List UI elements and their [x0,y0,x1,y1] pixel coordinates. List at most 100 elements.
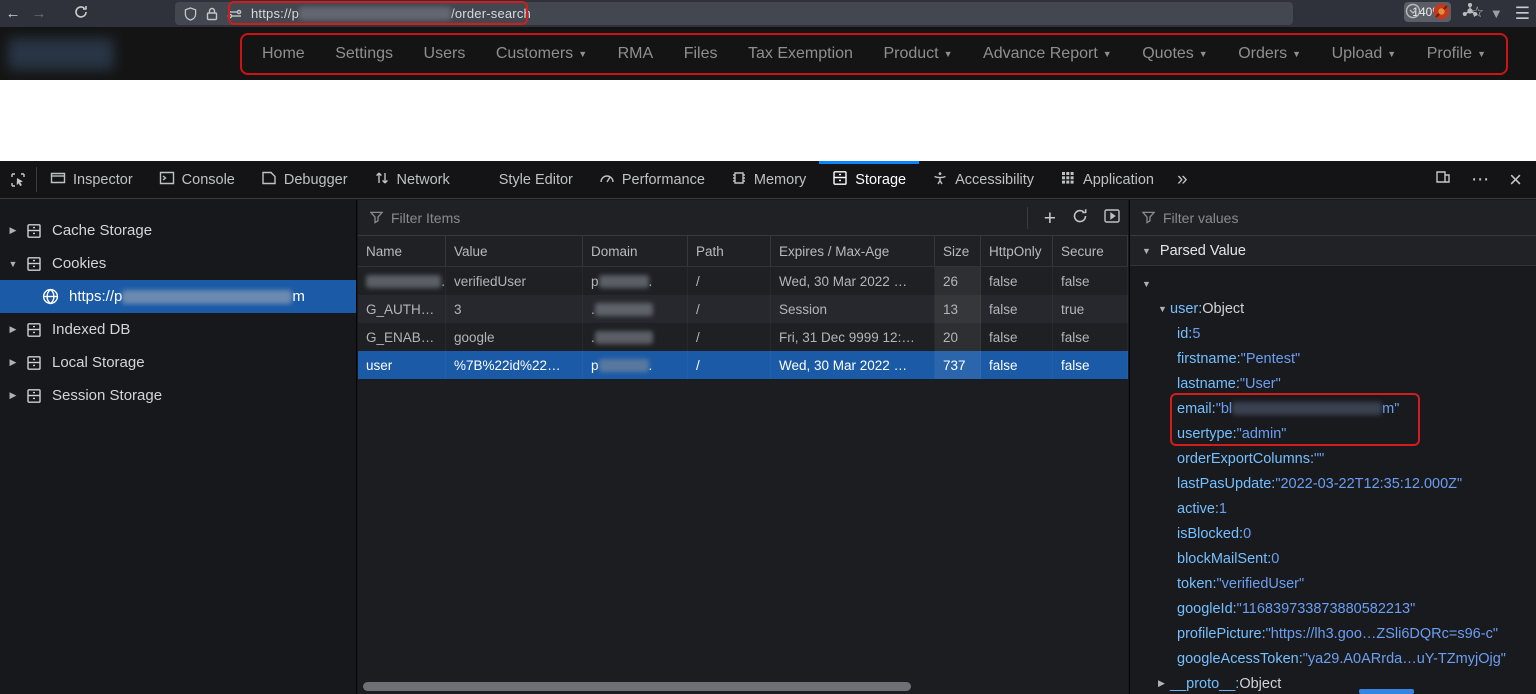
meatball-menu-icon[interactable]: ⋯ [1471,169,1489,190]
scrollbar-thumb[interactable] [363,682,911,691]
extension-v-icon[interactable]: ▼ [1490,6,1503,21]
nav-item-product[interactable]: Product▼ [883,45,952,63]
column-header-path[interactable]: Path [688,236,771,266]
expander-down-icon[interactable]: ▼ [1142,279,1154,289]
add-item-button[interactable]: + [1044,208,1056,229]
tab-inspector[interactable]: Inspector [37,161,146,198]
expander-right-icon[interactable]: ▶ [6,225,20,236]
collapse-icon[interactable]: ▼ [1142,246,1151,256]
tree-row-active[interactable]: active: 1 [1130,496,1536,521]
expander-right-icon[interactable]: ▶ [6,357,20,368]
tab-network[interactable]: Network [361,161,463,198]
responsive-mode-icon[interactable] [1435,169,1451,190]
column-header-domain[interactable]: Domain [583,236,688,266]
tree-row-profilePicture[interactable]: profilePicture: "https://lh3.goo…ZSli6DQ… [1130,621,1536,646]
column-header-name[interactable]: Name [358,236,446,266]
tree-row-token[interactable]: token: "verifiedUser" [1130,571,1536,596]
tree-row-user[interactable]: ▼user: Object [1130,296,1536,321]
tab-storage[interactable]: Storage [819,161,919,198]
tree-row-googleAcessToken[interactable]: googleAcessToken: "ya29.A0ARrda…uY-TZmyj… [1130,646,1536,671]
cell-httponly: false [981,295,1053,323]
lock-icon[interactable] [206,7,218,21]
column-header-expires-max-age[interactable]: Expires / Max-Age [771,236,935,266]
tree-row-proto[interactable]: ▶__proto__: Object [1130,671,1536,694]
tree-row-googleId[interactable]: googleId: "116839733873880582213" [1130,596,1536,621]
tree-row-orderExportColumns[interactable]: orderExportColumns: "" [1130,446,1536,471]
parsed-value-header[interactable]: ▼ Parsed Value [1130,236,1536,266]
redacted-value [599,275,649,288]
back-icon[interactable]: ← [0,5,26,22]
tree-row-usertype[interactable]: usertype: "admin" [1130,421,1536,446]
close-devtools-icon[interactable]: × [1509,167,1522,193]
nav-item-rma[interactable]: RMA [618,45,654,63]
nav-item-customers[interactable]: Customers▼ [496,45,587,63]
forward-icon[interactable]: → [26,5,52,22]
nav-item-profile[interactable]: Profile▼ [1427,45,1486,63]
column-header-size[interactable]: Size [935,236,981,266]
tab-accessibility[interactable]: Accessibility [919,161,1047,198]
tree-row[interactable]: ▼ [1130,271,1536,296]
permissions-icon[interactable] [227,8,242,20]
tree-row-firstname[interactable]: firstname: "Pentest" [1130,346,1536,371]
nav-item-home[interactable]: Home [262,45,305,63]
cell-size: 20 [935,323,981,351]
tab-performance[interactable]: Performance [586,161,718,198]
tab-console[interactable]: Console [146,161,248,198]
extension-molecule-icon[interactable] [1462,3,1478,24]
url-text[interactable]: https://p /order-search [251,6,531,21]
expander-right-icon[interactable]: ▶ [6,324,20,335]
chevron-down-icon: ▼ [944,49,953,59]
expander-down-icon[interactable]: ▼ [6,259,20,269]
nav-item-files[interactable]: Files [684,45,718,63]
nav-item-tax-exemption[interactable]: Tax Exemption [748,45,853,63]
storage-drawer-icon [26,322,42,338]
horizontal-scrollbar[interactable] [358,681,1128,692]
expander-right-icon[interactable]: ▶ [6,390,20,401]
nav-item-orders[interactable]: Orders▼ [1238,45,1301,63]
cell-name: G_AUTH… [358,295,446,323]
reload-icon[interactable] [68,5,94,23]
cookie-row[interactable]: user%7B%22id%22…p./Wed, 30 Mar 2022 …737… [358,351,1128,379]
shield-icon[interactable] [184,7,197,21]
sidebar-item-indexed-db[interactable]: ▶Indexed DB [0,313,356,346]
column-header-httponly[interactable]: HttpOnly [981,236,1053,266]
nav-item-advance-report[interactable]: Advance Report▼ [983,45,1112,63]
nav-item-users[interactable]: Users [424,45,466,63]
pick-element-icon[interactable] [0,161,36,198]
menu-hamburger-icon[interactable]: ☰ [1515,4,1530,24]
sidebar-item-site-cookies[interactable]: https://pm [0,280,356,313]
tree-row-isBlocked[interactable]: isBlocked: 0 [1130,521,1536,546]
sidebar-item-cache-storage[interactable]: ▶Cache Storage [0,214,356,247]
cookie-row[interactable]: .verifiedUserp./Wed, 30 Mar 2022 …26fals… [358,267,1128,295]
values-scrollbar-thumb[interactable] [1359,689,1414,694]
more-tabs-icon[interactable]: » [1167,161,1195,198]
cookie-row[interactable]: G_AUTH…3./Session13falsetrue [358,295,1128,323]
tree-row-id[interactable]: id: 5 [1130,321,1536,346]
filter-values-input[interactable]: Filter values [1163,210,1238,226]
refresh-items-button[interactable] [1072,208,1088,229]
tree-row-email[interactable]: email: "blm" [1130,396,1536,421]
expander-down-icon[interactable]: ▼ [1158,304,1170,314]
tree-row-lastname[interactable]: lastname: "User" [1130,371,1536,396]
nav-item-settings[interactable]: Settings [335,45,393,63]
toggle-sidebar-button[interactable] [1104,209,1120,228]
extension-blocker-icon[interactable] [1433,3,1450,25]
tab-debugger[interactable]: Debugger [248,161,361,198]
tree-row-lastPasUpdate[interactable]: lastPasUpdate: "2022-03-22T12:35:12.000Z… [1130,471,1536,496]
column-header-secure[interactable]: Secure [1053,236,1128,266]
sidebar-item-local-storage[interactable]: ▶Local Storage [0,346,356,379]
tab-style-editor[interactable]: Style Editor [463,161,586,198]
sidebar-item-session-storage[interactable]: ▶Session Storage [0,379,356,412]
filter-items-input[interactable]: Filter Items [391,210,460,226]
tree-row-blockMailSent[interactable]: blockMailSent: 0 [1130,546,1536,571]
sidebar-item-cookies[interactable]: ▼Cookies [0,247,356,280]
tab-application[interactable]: Application [1047,161,1167,198]
pocket-icon[interactable] [1405,3,1421,24]
nav-item-quotes[interactable]: Quotes▼ [1142,45,1208,63]
column-header-value[interactable]: Value [446,236,583,266]
nav-item-upload[interactable]: Upload▼ [1332,45,1397,63]
expander-right-icon[interactable]: ▶ [1158,678,1170,689]
url-bar[interactable]: https://p /order-search [175,2,1293,25]
cookie-row[interactable]: G_ENAB…google./Fri, 31 Dec 9999 12:…20fa… [358,323,1128,351]
tab-memory[interactable]: Memory [718,161,819,198]
